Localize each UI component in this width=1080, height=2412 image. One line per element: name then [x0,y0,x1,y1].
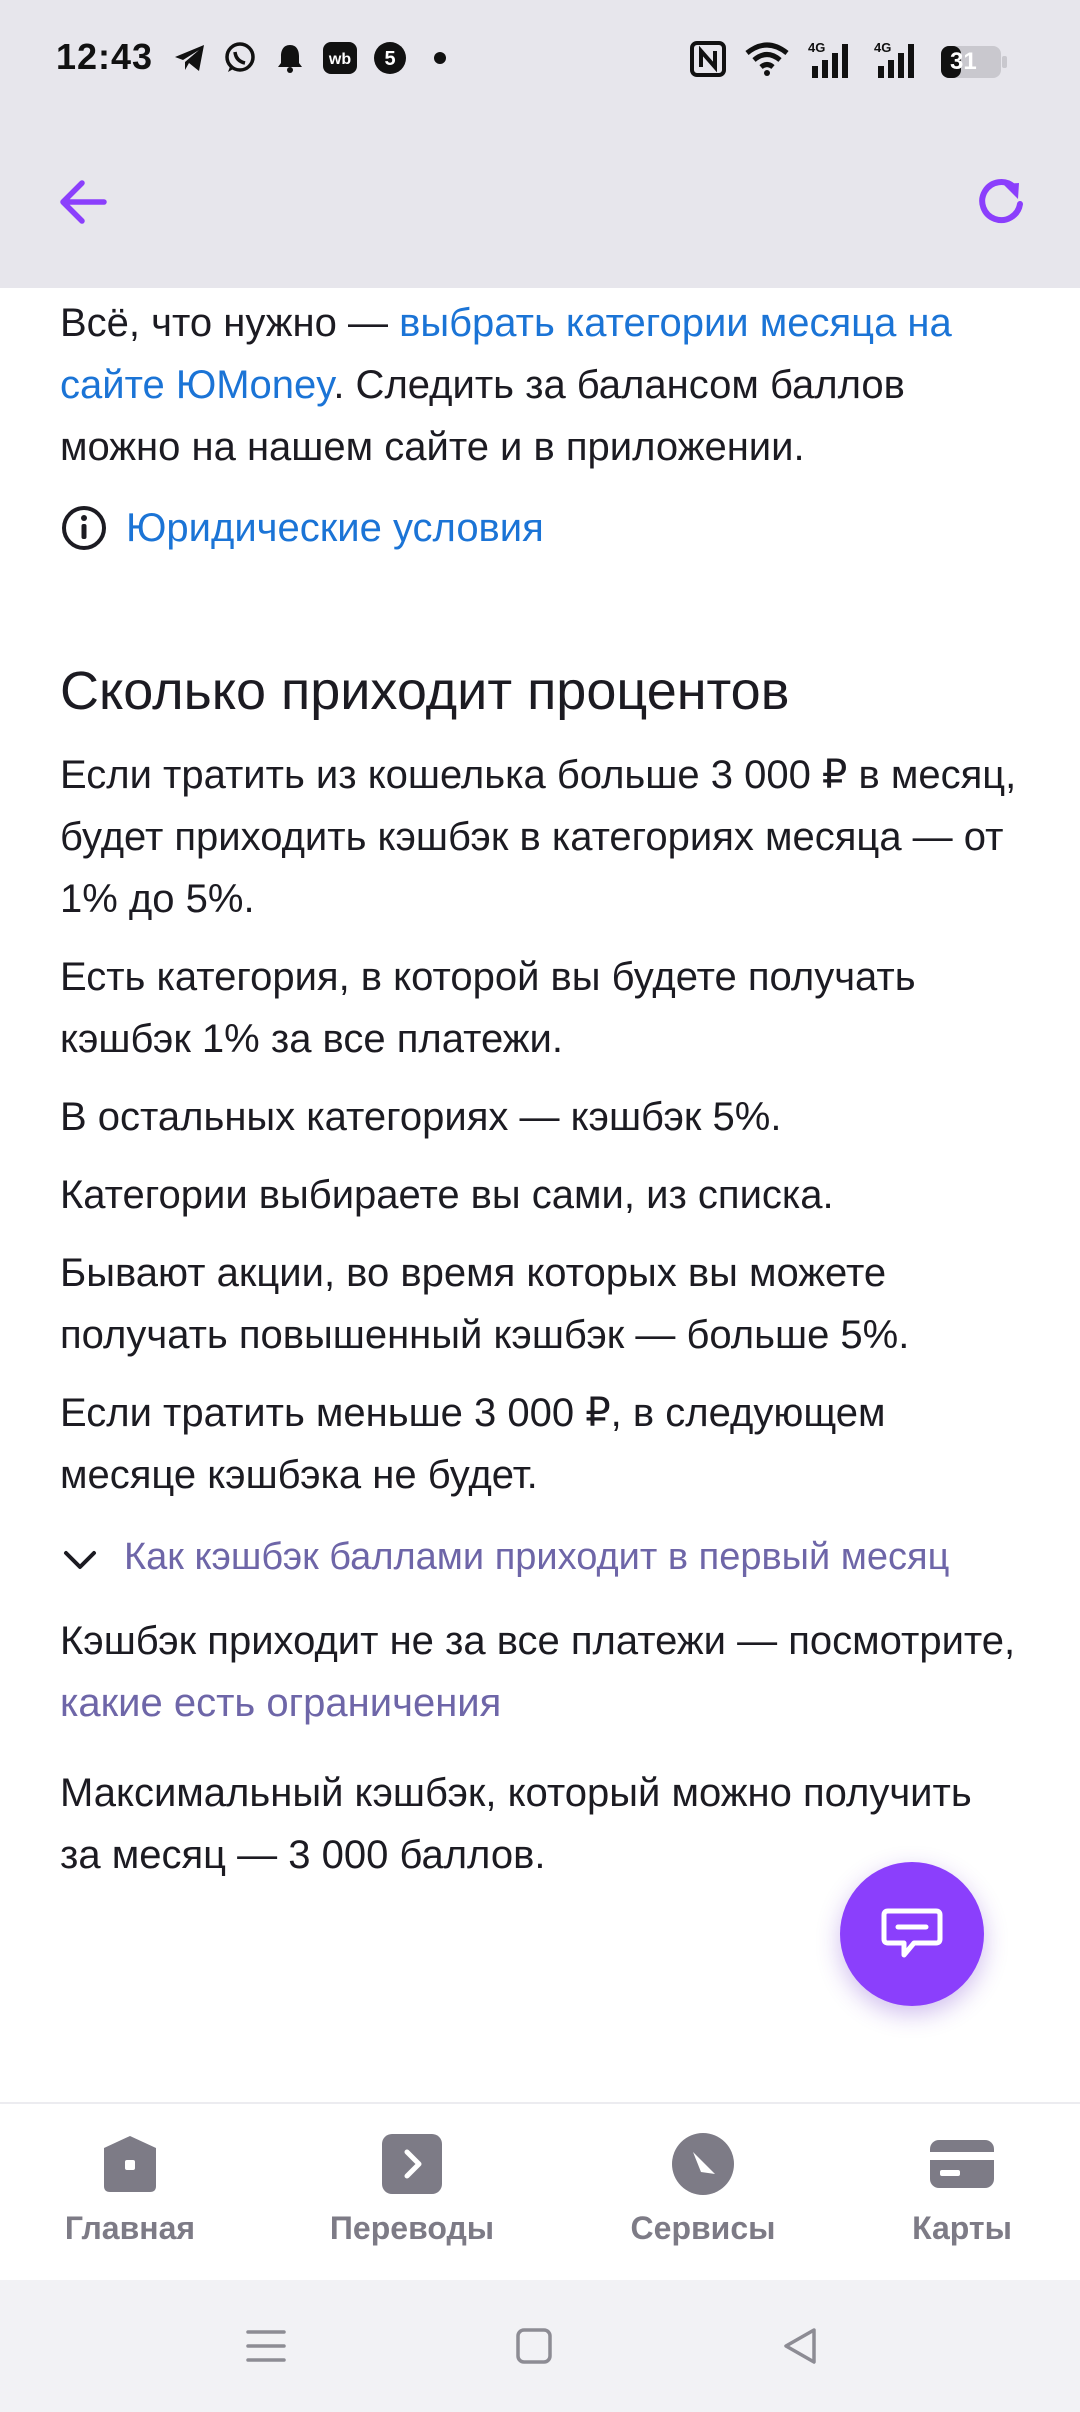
expander-label: Как кэшбэк баллами приходит в первый мес… [124,1536,950,1578]
whatsapp-icon [222,40,258,76]
nav-cards[interactable]: Карты [852,2132,1072,2247]
notification-icons: wb 5 [172,40,458,76]
intro-paragraph: Всё, что нужно — выбрать категории месяц… [60,292,1020,478]
back-button[interactable] [52,170,116,234]
chat-icon [881,1908,943,1958]
home-square-icon [516,2328,552,2364]
nav-home[interactable]: Главная [20,2132,240,2247]
dot-icon [422,40,458,76]
back-system-button[interactable] [774,2320,826,2372]
bottom-nav: Главная Переводы Сервисы Карты [0,2102,1080,2280]
wifi-icon [744,41,790,82]
nav-transfers[interactable]: Переводы [302,2132,522,2247]
paragraph: В остальных категориях — кэшбэк 5%. [60,1095,782,1139]
status-time: 12:43 [56,36,154,77]
signal-4g-icon: 4G [874,40,922,83]
paragraph: Есть категория, в которой вы будете полу… [60,955,916,1061]
chat-button[interactable] [840,1862,984,2006]
paragraph: Категории выбираете вы сами, из списка. [60,1173,834,1217]
chevron-down-icon [64,1551,96,1569]
content-scroll[interactable]: Всё, что нужно — выбрать категории месяц… [0,288,1080,2102]
section-title: Сколько приходит процентов [60,661,790,721]
bell-icon [272,40,308,76]
signal-4g-icon: 4G [808,40,856,83]
status-bar: 12:43 wb 5 4G 4G 31 [0,0,1080,120]
menu-icon [246,2330,286,2362]
arrow-left-icon [60,180,107,224]
legal-terms-link[interactable]: Юридические условия [126,506,544,551]
nfc-icon [690,41,726,82]
telegram-icon [172,40,208,76]
paragraph: Если тратить из кошелька больше 3 000 ₽ … [60,753,1017,921]
paragraph: Если тратить меньше 3 000 ₽, в следующем… [60,1391,886,1497]
refresh-icon [979,179,1023,223]
nav-label: Главная [64,2210,196,2246]
nav-label: Переводы [329,2210,495,2246]
svg-text:5: 5 [384,48,395,70]
system-status-icons: 4G 4G 31 [690,40,1008,83]
services-icon [672,2133,734,2195]
paragraph: Бывают акции, во время которых вы можете… [60,1251,910,1357]
back-triangle-icon [784,2328,816,2364]
refresh-button[interactable] [970,170,1034,234]
first-month-expander[interactable]: Как кэшбэк баллами приходит в первый мес… [60,1532,1020,1582]
system-nav-bar [0,2280,1080,2412]
battery-level: 31 [950,47,977,75]
recent-apps-button[interactable] [240,2320,292,2372]
svg-text:4G: 4G [808,40,825,55]
nav-label: Карты [912,2210,1012,2246]
five-icon: 5 [372,40,408,76]
restrictions-link[interactable]: какие есть ограничения [60,1681,501,1725]
home-system-button[interactable] [508,2320,560,2372]
transfer-icon [382,2134,442,2194]
svg-text:4G: 4G [874,40,891,55]
battery-icon: 31 [940,45,1008,79]
app-header [0,120,1080,288]
svg-text:wb: wb [328,51,351,68]
home-icon [104,2136,156,2192]
restrictions-paragraph: Кэшбэк приходит не за все платежи — посм… [60,1610,1020,1734]
intro-text: Всё, что нужно — [60,301,400,345]
wb-icon: wb [322,40,358,76]
max-cashback-paragraph: Максимальный кэшбэк, который можно получ… [60,1771,972,1877]
info-icon [62,506,106,550]
restrictions-text: Кэшбэк приходит не за все платежи — посм… [60,1619,1016,1663]
card-icon [930,2140,994,2188]
legal-terms-row[interactable]: Юридические условия [60,504,1020,552]
nav-label: Сервисы [630,2210,776,2246]
nav-services[interactable]: Сервисы [593,2132,813,2247]
